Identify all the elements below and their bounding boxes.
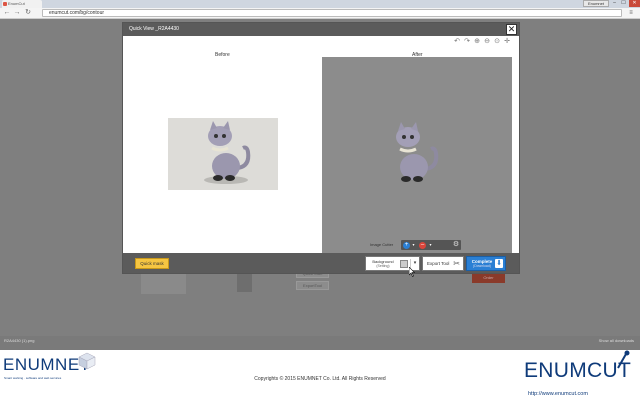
tab-bar: EnumCut Enumnet – ☐ ✕ bbox=[0, 0, 640, 8]
background-thumbnail bbox=[237, 274, 252, 292]
image-cutter-toolbar: Image Cutter + ▾ – ▾ ⚙ bbox=[368, 239, 463, 251]
quick-view-modal: Quick View _R2A4430 ✕ ↶ ↷ ⊕ ⊖ ⊙ ✛ Before… bbox=[122, 22, 520, 274]
show-all-downloads-link[interactable]: Show all downloads bbox=[599, 338, 634, 343]
minimize-button[interactable]: – bbox=[610, 0, 619, 7]
quick-mask-button[interactable]: Quick mask bbox=[135, 258, 169, 269]
enumnet-tagline: Smart working · software and web service… bbox=[4, 376, 62, 380]
complete-download-button[interactable]: Complete (Download) ⬇ bbox=[466, 256, 506, 271]
maximize-button[interactable]: ☐ bbox=[619, 0, 628, 7]
browser-tab[interactable]: EnumCut bbox=[2, 0, 42, 8]
pen-logo-icon bbox=[617, 350, 630, 369]
cube-logo-icon bbox=[78, 352, 96, 370]
browser-window: EnumCut Enumnet – ☐ ✕ ← → ↻ enumcut.com/… bbox=[0, 0, 640, 350]
download-item[interactable]: R2A4430 (1).png bbox=[4, 338, 34, 343]
close-icon[interactable]: ✕ bbox=[506, 24, 517, 35]
tab-label: EnumCut bbox=[8, 1, 25, 6]
browser-toolbar: ← → ↻ enumcut.com/bg/contour ≡ bbox=[0, 8, 640, 19]
background-sublabel: (Setting) bbox=[376, 264, 390, 268]
back-icon[interactable]: ← bbox=[3, 9, 11, 17]
address-bar[interactable]: enumcut.com/bg/contour bbox=[42, 9, 622, 17]
add-area-icon[interactable]: + bbox=[403, 241, 410, 249]
cat-figurine-image bbox=[168, 118, 278, 190]
copyright-text: Copyrights © 2015 ENUMNET Co. Ltd. All R… bbox=[254, 376, 386, 382]
background-order-button: Order bbox=[472, 273, 505, 283]
page-footer: ENUMNET Smart working · software and web… bbox=[0, 350, 640, 401]
complete-sublabel: (Download) bbox=[473, 264, 491, 268]
pan-icon[interactable]: ✛ bbox=[503, 37, 511, 47]
background-export-tool: ExportTool bbox=[296, 281, 329, 290]
download-bar: R2A4430 (1).png Show all downloads bbox=[0, 336, 640, 350]
modal-header: Quick View _R2A4430 ✕ bbox=[123, 23, 519, 36]
before-image bbox=[168, 118, 278, 190]
zoom-out-icon[interactable]: ⊖ bbox=[483, 37, 491, 47]
after-preview bbox=[322, 57, 512, 253]
export-tool-label: Export Tool bbox=[427, 261, 450, 266]
zoom-in-icon[interactable]: ⊕ bbox=[473, 37, 481, 47]
download-icon: ⬇ bbox=[495, 259, 503, 268]
scissors-icon: ✂ bbox=[453, 259, 460, 268]
background-swatch bbox=[400, 260, 408, 268]
chevron-down-icon[interactable]: ▾ bbox=[428, 241, 433, 249]
reload-icon[interactable]: ↻ bbox=[24, 9, 32, 17]
profile-button[interactable]: Enumnet bbox=[583, 0, 609, 7]
remove-area-icon[interactable]: – bbox=[419, 241, 426, 249]
image-cutter-controls: + ▾ – ▾ ⚙ bbox=[401, 240, 461, 250]
window-close-button[interactable]: ✕ bbox=[629, 0, 640, 7]
export-tool-button[interactable]: Export Tool ✂ bbox=[422, 256, 464, 271]
favicon-icon bbox=[3, 2, 7, 6]
before-label: Before bbox=[215, 52, 230, 58]
mouse-cursor-icon bbox=[409, 267, 415, 277]
cutout-result-image bbox=[396, 122, 439, 182]
gear-icon[interactable]: ⚙ bbox=[452, 241, 460, 249]
image-cutter-label: Image Cutter bbox=[370, 242, 394, 247]
undo-icon[interactable]: ↶ bbox=[453, 37, 461, 47]
chevron-down-icon[interactable]: ▾ bbox=[411, 241, 416, 249]
menu-icon[interactable]: ≡ bbox=[626, 9, 636, 17]
zoom-reset-icon[interactable]: ⊙ bbox=[493, 37, 501, 47]
enumcut-url[interactable]: http://www.enumcut.com bbox=[528, 391, 588, 397]
view-toolbar: ↶ ↷ ⊕ ⊖ ⊙ ✛ bbox=[453, 37, 513, 47]
modal-title: Quick View _R2A4430 bbox=[129, 26, 179, 32]
forward-icon[interactable]: → bbox=[13, 9, 21, 17]
redo-icon[interactable]: ↷ bbox=[463, 37, 471, 47]
modal-action-bar: Quick mask Background (Setting) ▾ Export… bbox=[123, 253, 519, 273]
